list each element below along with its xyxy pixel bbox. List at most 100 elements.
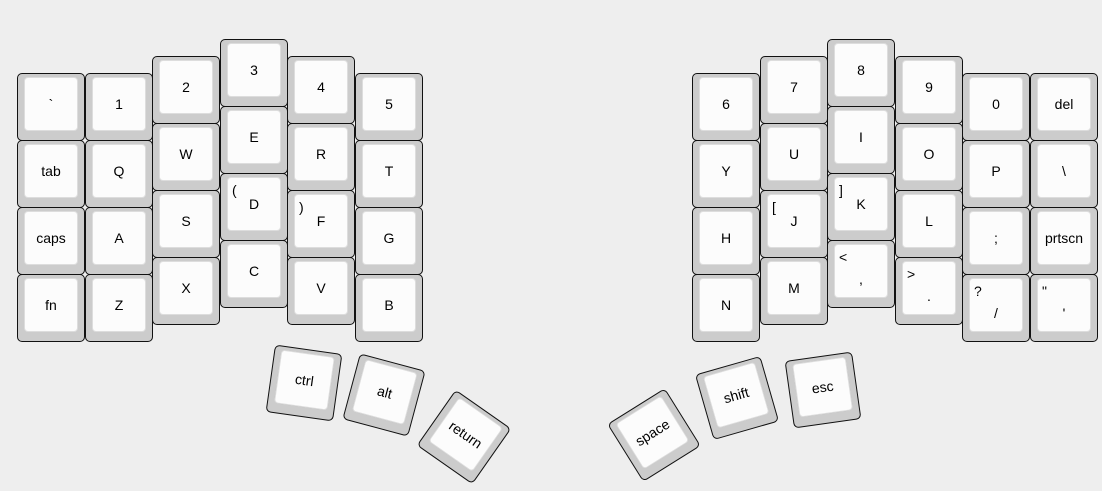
key-label: O [923, 146, 935, 162]
key-alt[interactable]: alt [342, 353, 426, 437]
key-k[interactable]: ] K [827, 173, 895, 241]
key-q[interactable]: Q [85, 140, 153, 208]
key-comma[interactable]: <, [827, 240, 895, 308]
key-label: del [1054, 96, 1074, 112]
key-6[interactable]: 6 [692, 73, 760, 141]
key-label: S [181, 213, 191, 229]
keycap-face: R [294, 127, 348, 181]
key-m[interactable]: M [760, 257, 828, 325]
keycap-face: " ' [1037, 278, 1091, 332]
keycap-face: 3 [227, 43, 281, 97]
keycap-face: >. [902, 261, 956, 315]
key-label: L [925, 213, 933, 229]
key-label: prtscn [1044, 230, 1084, 246]
keycap-face: alt [351, 359, 418, 426]
key-ctrl[interactable]: ctrl [265, 344, 343, 422]
key-tab[interactable]: tab [17, 140, 85, 208]
key-2[interactable]: 2 [152, 56, 220, 124]
key-fn[interactable]: fn [17, 274, 85, 342]
key-label: space [632, 415, 673, 450]
key-space[interactable]: space [607, 388, 701, 482]
keycap-face: E [227, 110, 281, 164]
keycap-face: fn [24, 278, 78, 332]
key-i[interactable]: I [827, 106, 895, 174]
key-label: G [383, 230, 395, 246]
key-f[interactable]: ) F [287, 190, 355, 258]
key-label: ' [1062, 305, 1066, 321]
key-a[interactable]: A [85, 207, 153, 275]
key-backtick[interactable]: ` [17, 73, 85, 141]
key-v[interactable]: V [287, 257, 355, 325]
key-caps[interactable]: caps [17, 207, 85, 275]
key-label: N [720, 297, 732, 313]
key-semicolon[interactable]: ; [962, 207, 1030, 275]
key-e[interactable]: E [220, 106, 288, 174]
keycap-face: ? / [969, 278, 1023, 332]
key-shift-label: < [839, 249, 848, 265]
keycap-face: B [362, 278, 416, 332]
keycap-face: ctrl [273, 349, 335, 411]
keycap-face: 8 [834, 43, 888, 97]
key-slash[interactable]: ? / [962, 274, 1030, 342]
keycap-face: space [615, 395, 690, 470]
keycap-face: esc [792, 356, 854, 418]
key-backslash[interactable]: \ [1030, 140, 1098, 208]
keycap-face: G [362, 211, 416, 265]
key-3[interactable]: 3 [220, 39, 288, 107]
key-w[interactable]: W [152, 123, 220, 191]
keycap-face: P [969, 144, 1023, 198]
key-c[interactable]: C [220, 240, 288, 308]
key-prtscn[interactable]: prtscn [1030, 207, 1098, 275]
key-label: F [316, 213, 326, 229]
key-b[interactable]: B [355, 274, 423, 342]
key-label: V [316, 280, 326, 296]
key-5[interactable]: 5 [355, 73, 423, 141]
keycap-face: ] K [834, 177, 888, 231]
key-l[interactable]: L [895, 190, 963, 258]
key-label: ctrl [294, 370, 315, 390]
key-return[interactable]: return [416, 389, 512, 485]
key-label: 9 [925, 79, 933, 95]
keycap-face: C [227, 244, 281, 298]
key-label: alt [375, 382, 394, 402]
key-r[interactable]: R [287, 123, 355, 191]
key-t[interactable]: T [355, 140, 423, 208]
key-shift[interactable]: shift [694, 355, 780, 441]
key-o[interactable]: O [895, 123, 963, 191]
key-del[interactable]: del [1030, 73, 1098, 141]
key-j[interactable]: [J [760, 190, 828, 258]
key-label: 4 [317, 79, 325, 95]
key-quote[interactable]: " ' [1030, 274, 1098, 342]
keycap-face: shift [702, 361, 770, 429]
keycap-face: T [362, 144, 416, 198]
key-u[interactable]: U [760, 123, 828, 191]
key-9[interactable]: 9 [895, 56, 963, 124]
keycap-face: <, [834, 244, 888, 298]
key-x[interactable]: X [152, 257, 220, 325]
key-n[interactable]: N [692, 274, 760, 342]
key-label: 5 [385, 96, 393, 112]
key-y[interactable]: Y [692, 140, 760, 208]
key-g[interactable]: G [355, 207, 423, 275]
key-esc[interactable]: esc [784, 351, 862, 429]
key-h[interactable]: H [692, 207, 760, 275]
keycap-face: M [767, 261, 821, 315]
key-label: , [859, 271, 863, 287]
keycap-face: caps [24, 211, 78, 265]
key-s[interactable]: S [152, 190, 220, 258]
key-d[interactable]: (D [220, 173, 288, 241]
key-8[interactable]: 8 [827, 39, 895, 107]
keycap-face: 4 [294, 60, 348, 114]
key-p[interactable]: P [962, 140, 1030, 208]
key-label: R [315, 146, 327, 162]
keycap-face: I [834, 110, 888, 164]
keycap-face: S [159, 194, 213, 248]
key-label: 6 [722, 96, 730, 112]
key-1[interactable]: 1 [85, 73, 153, 141]
key-period[interactable]: >. [895, 257, 963, 325]
key-7[interactable]: 7 [760, 56, 828, 124]
key-0[interactable]: 0 [962, 73, 1030, 141]
keycap-face: O [902, 127, 956, 181]
key-4[interactable]: 4 [287, 56, 355, 124]
key-z[interactable]: Z [85, 274, 153, 342]
